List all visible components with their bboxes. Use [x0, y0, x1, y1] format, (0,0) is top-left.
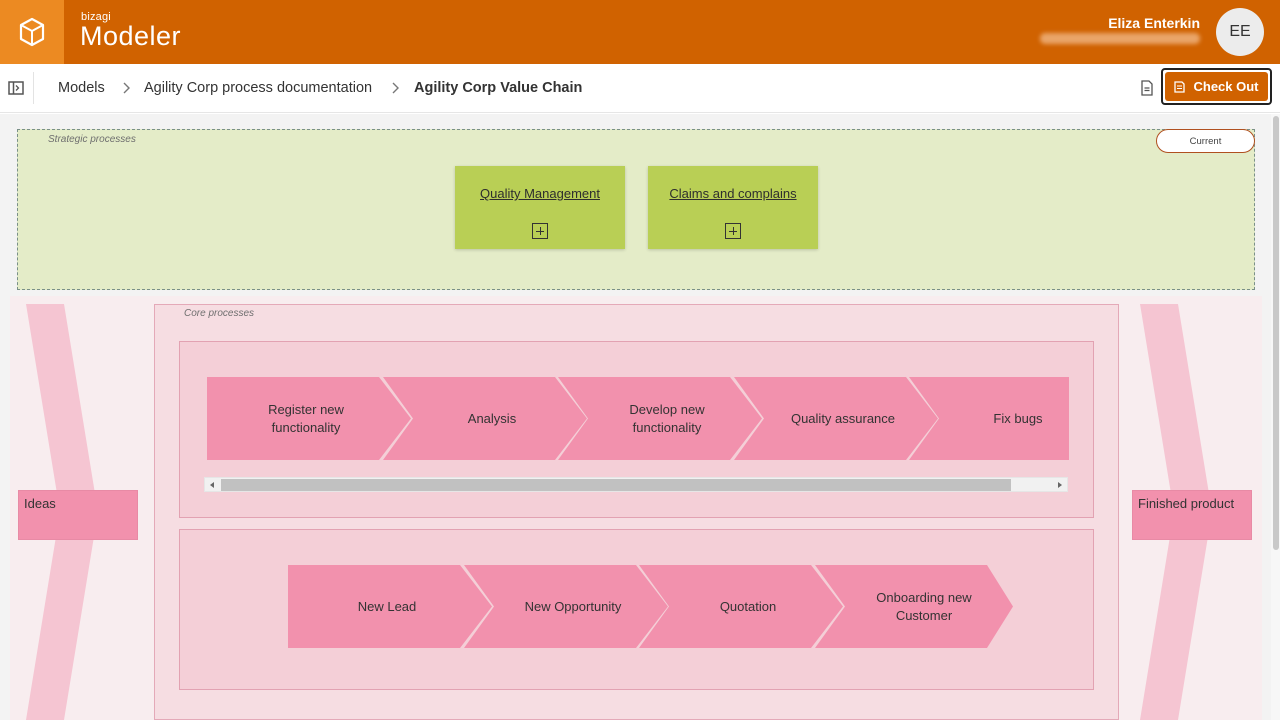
checkout-focus-ring: Check Out	[1161, 68, 1272, 105]
expand-subprocess-icon[interactable]	[532, 223, 548, 239]
strategic-lane-label: Strategic processes	[48, 134, 136, 145]
task-claims-and-complains[interactable]: Claims and complains	[648, 166, 818, 249]
user-name: Eliza Enterkin	[1108, 15, 1200, 31]
document-icon[interactable]	[1140, 80, 1154, 96]
chevron-right-icon	[392, 82, 399, 94]
chevron-right-icon	[123, 82, 130, 94]
step-onboarding-new-customer[interactable]: Onboarding new Customer	[839, 565, 989, 648]
step-new-opportunity[interactable]: New Opportunity	[488, 565, 638, 648]
lane1-steps-viewport: Register new functionality Analysis Deve…	[207, 377, 1069, 460]
output-finished-product[interactable]: Finished product	[1132, 490, 1252, 540]
lane1-horizontal-scrollbar[interactable]	[204, 477, 1068, 492]
scroll-left-icon[interactable]	[210, 482, 214, 488]
strategic-processes-lane[interactable]	[17, 129, 1255, 290]
task-label[interactable]: Quality Management	[455, 186, 625, 201]
vertical-scrollbar-thumb[interactable]	[1273, 116, 1279, 550]
step-new-lead[interactable]: New Lead	[322, 565, 452, 648]
breadcrumb-current: Agility Corp Value Chain	[414, 80, 583, 96]
step-develop-new-functionality[interactable]: Develop new functionality	[592, 377, 722, 460]
step-fix-bugs[interactable]: Fix bugs	[943, 377, 1069, 460]
toolbar-divider	[33, 72, 34, 104]
breadcrumb-project[interactable]: Agility Corp process documentation	[144, 80, 372, 96]
step-quality-assurance[interactable]: Quality assurance	[768, 377, 898, 460]
horizontal-scrollbar-thumb[interactable]	[221, 479, 1011, 491]
input-ideas[interactable]: Ideas	[18, 490, 138, 540]
scroll-right-icon[interactable]	[1058, 482, 1062, 488]
core-lane-label: Core processes	[184, 308, 255, 319]
avatar[interactable]: EE	[1216, 8, 1264, 56]
task-quality-management[interactable]: Quality Management	[455, 166, 625, 249]
breadcrumb-models[interactable]: Models	[58, 80, 105, 96]
expand-subprocess-icon[interactable]	[725, 223, 741, 239]
step-register-new-functionality[interactable]: Register new functionality	[241, 377, 371, 460]
current-version-badge[interactable]: Current	[1156, 129, 1255, 153]
app-header: bizagi Modeler Eliza Enterkin EE	[0, 0, 1280, 64]
step-quotation[interactable]: Quotation	[663, 565, 813, 648]
cube-icon	[19, 17, 45, 47]
checkout-button[interactable]: Check Out	[1165, 72, 1268, 101]
task-label[interactable]: Claims and complains	[648, 186, 818, 201]
product-title: Modeler	[80, 21, 182, 51]
breadcrumb-toolbar: Models Agility Corp process documentatio…	[0, 64, 1280, 113]
user-email-blurred	[1040, 33, 1200, 44]
panel-toggle-icon[interactable]	[8, 80, 24, 96]
step-analysis[interactable]: Analysis	[417, 377, 547, 460]
checkout-label: Check Out	[1193, 79, 1259, 94]
checkout-icon	[1174, 80, 1186, 93]
app-logo[interactable]	[0, 0, 64, 64]
